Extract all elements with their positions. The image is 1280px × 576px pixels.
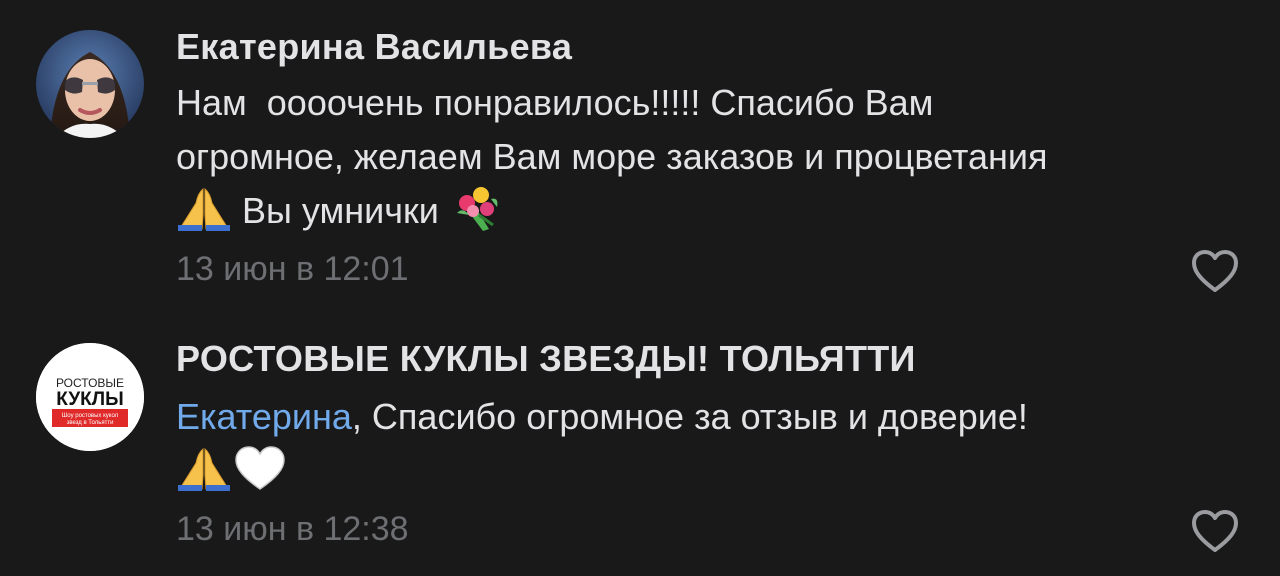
logo-line-2: КУКЛЫ bbox=[56, 389, 123, 410]
comment-text-line: огромное, желаем Вам море заказов и проц… bbox=[176, 136, 1048, 177]
group-logo: РОСТОВЫЕ КУКЛЫ Шоу ростовых кукол звезд … bbox=[36, 343, 144, 451]
logo-line-1: РОСТОВЫЕ bbox=[56, 376, 124, 390]
comment-text-line: Екатерина, Спасибо огромное за отзыв и д… bbox=[176, 390, 1246, 444]
comment-text: Екатерина, Спасибо огромное за отзыв и д… bbox=[176, 390, 1246, 498]
comment-text: Нам оооочень понравилось!!!!! Спасибо Ва… bbox=[176, 76, 1246, 238]
mention-link[interactable]: Екатерина bbox=[176, 396, 352, 437]
comment-item: Екатерина Васильева Нам оооочень понрави… bbox=[0, 0, 1280, 310]
white-heart-icon bbox=[232, 445, 288, 491]
comment-text-line: Вы умнички bbox=[232, 190, 449, 231]
logo-line-4: звезд в Тольятти bbox=[67, 420, 114, 426]
comment-text-line: Нам оооочень понравилось!!!!! Спасибо Ва… bbox=[176, 82, 934, 123]
comment-author[interactable]: Екатерина Васильева bbox=[176, 26, 572, 68]
heart-outline-icon[interactable] bbox=[1190, 248, 1240, 294]
folded-hands-icon bbox=[176, 185, 232, 231]
comment-text-body: , Спасибо огромное за отзыв и доверие! bbox=[351, 396, 1028, 437]
comment-text-line-2 bbox=[176, 444, 1246, 498]
comment-timestamp[interactable]: 13 июн в 12:01 bbox=[176, 250, 409, 289]
logo-line-3: Шоу ростовых кукол bbox=[62, 413, 119, 419]
avatar[interactable] bbox=[36, 30, 144, 138]
avatar[interactable]: РОСТОВЫЕ КУКЛЫ Шоу ростовых кукол звезд … bbox=[36, 343, 144, 451]
comment-timestamp[interactable]: 13 июн в 12:38 bbox=[176, 510, 409, 549]
comment-item: РОСТОВЫЕ КУКЛЫ Шоу ростовых кукол звезд … bbox=[0, 318, 1280, 576]
folded-hands-icon bbox=[176, 445, 232, 491]
user-photo-icon bbox=[36, 30, 144, 138]
comment-text-line-3: Вы умнички bbox=[176, 184, 1246, 238]
bouquet-icon bbox=[449, 185, 505, 231]
comment-author[interactable]: РОСТОВЫЕ КУКЛЫ ЗВЕЗДЫ! ТОЛЬЯТТИ bbox=[176, 338, 916, 380]
heart-outline-icon[interactable] bbox=[1190, 508, 1240, 554]
